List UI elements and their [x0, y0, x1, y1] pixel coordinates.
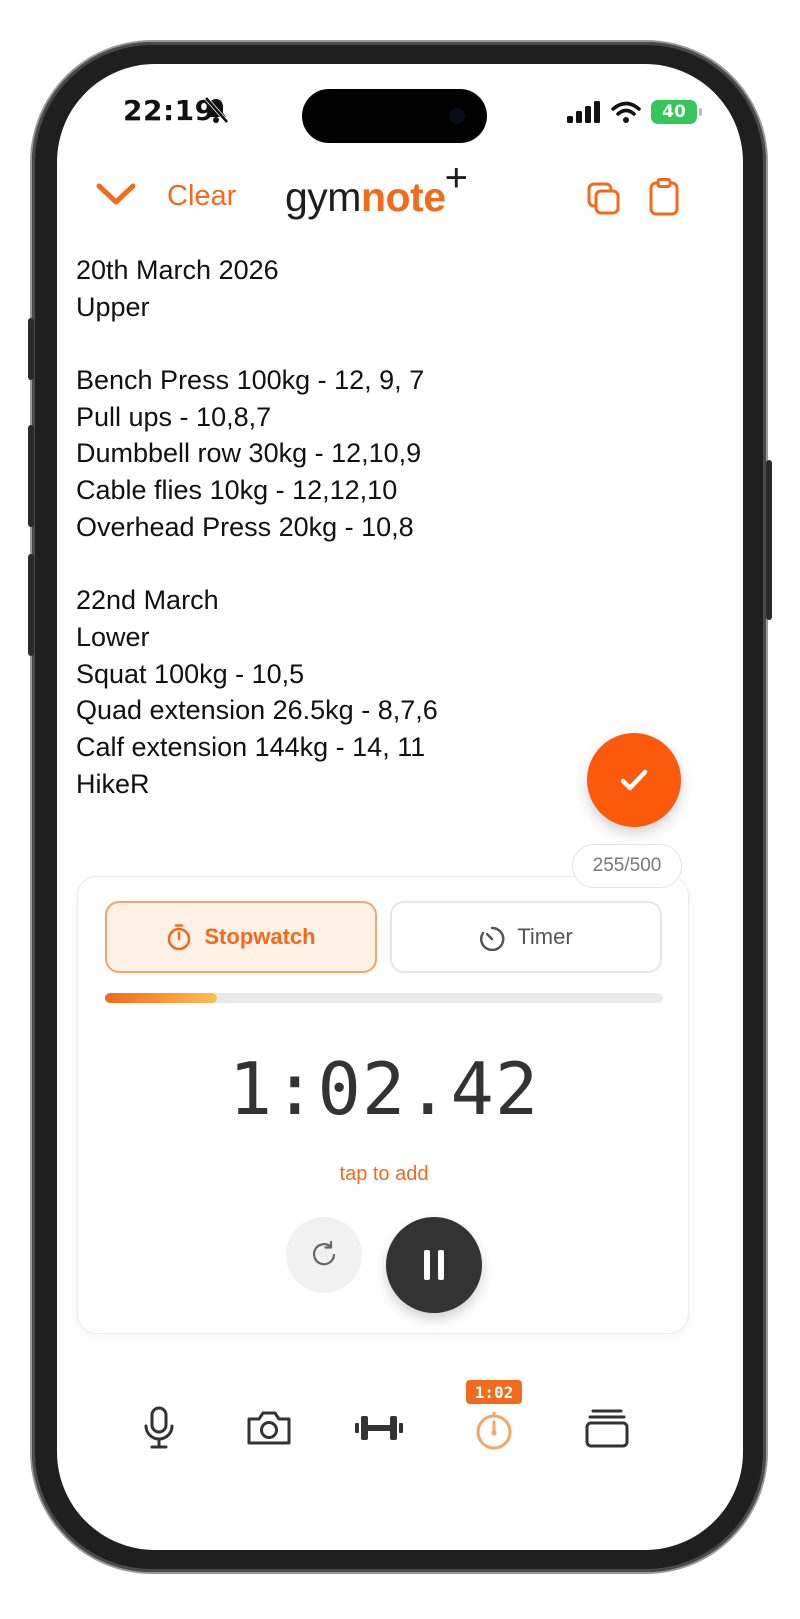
action-button — [28, 318, 34, 380]
status-icons: 40 — [567, 100, 702, 124]
logo-gym: gym — [285, 174, 361, 220]
stopwatch-label: Stopwatch — [204, 924, 316, 949]
timer-panel: Stopwatch Timer 1:02.42 tap to add — [77, 876, 689, 1334]
camera-icon — [247, 1411, 291, 1445]
battery-icon: 40 — [651, 100, 702, 124]
note-line: Calf extension 144kg - 14, 11 — [76, 731, 426, 762]
bell-slash-icon — [204, 96, 229, 124]
app-logo: gymnote + — [285, 156, 468, 221]
note-editor[interactable]: 20th March 2026 Upper Bench Press 100kg … — [76, 252, 676, 802]
clipboard-icon[interactable] — [649, 178, 679, 216]
app-screen: 22:19 40 Clear gymnote + 20th March 2026… — [57, 64, 743, 1550]
note-line: Cable flies 10kg - 12,12,10 — [76, 475, 398, 506]
pause-icon — [424, 1250, 444, 1280]
templates-icon — [585, 1409, 629, 1448]
microphone-icon — [144, 1406, 174, 1449]
microphone-button[interactable] — [129, 1398, 189, 1458]
signal-icon — [567, 101, 600, 123]
progress-track — [105, 993, 663, 1003]
dynamic-island — [302, 89, 487, 143]
power-button — [766, 460, 772, 620]
note-line: Quad extension 26.5kg - 8,7,6 — [76, 695, 438, 726]
stopwatch-icon — [476, 1412, 512, 1450]
note-line: Lower — [76, 621, 150, 652]
volume-down-button — [28, 554, 34, 656]
stopwatch-icon — [168, 924, 191, 951]
app-header: Clear gymnote + — [57, 156, 743, 234]
save-button[interactable] — [587, 733, 681, 827]
reset-button[interactable] — [286, 1217, 362, 1293]
progress-fill — [105, 993, 217, 1003]
timer-label: Timer — [517, 924, 573, 949]
dumbbell-icon — [355, 1416, 403, 1440]
bottom-toolbar: 1:02 — [57, 1380, 743, 1480]
character-counter: 255/500 — [572, 844, 682, 888]
stopwatch-nav-button[interactable] — [464, 1398, 524, 1458]
tap-to-add-hint[interactable]: tap to add — [78, 1163, 690, 1186]
timer-tab[interactable]: Timer — [390, 901, 662, 973]
volume-up-button — [28, 425, 34, 527]
note-line: Pull ups - 10,8,7 — [76, 401, 272, 432]
workouts-button[interactable] — [349, 1398, 409, 1458]
note-line: Squat 100kg - 10,5 — [76, 658, 305, 689]
copy-icon[interactable] — [587, 182, 621, 216]
note-line: Dumbbell row 30kg - 12,10,9 — [76, 438, 422, 469]
wifi-icon — [611, 101, 641, 123]
note-line: HikeR — [76, 768, 150, 799]
status-time: 22:19 — [123, 94, 215, 127]
note-line: Upper — [76, 291, 150, 322]
logo-plus: + — [444, 156, 468, 200]
note-line — [76, 546, 676, 583]
timer-icon — [480, 926, 505, 951]
templates-button[interactable] — [577, 1398, 637, 1458]
battery-level: 40 — [662, 102, 686, 122]
checkmark-icon — [620, 769, 648, 791]
note-line: 22nd March — [76, 585, 219, 616]
camera-button[interactable] — [239, 1398, 299, 1458]
note-line: Overhead Press 20kg - 10,8 — [76, 511, 414, 542]
logo-note: note — [360, 174, 446, 220]
stopwatch-tab[interactable]: Stopwatch — [105, 901, 377, 973]
note-line: 20th March 2026 — [76, 255, 279, 285]
stopwatch-display[interactable]: 1:02.42 — [78, 1047, 690, 1131]
reset-icon — [312, 1240, 336, 1266]
note-line — [76, 325, 676, 362]
pause-button[interactable] — [386, 1217, 482, 1313]
note-line: Bench Press 100kg - 12, 9, 7 — [76, 365, 425, 396]
chevron-down-icon[interactable] — [95, 180, 137, 210]
clear-button[interactable]: Clear — [167, 180, 236, 213]
